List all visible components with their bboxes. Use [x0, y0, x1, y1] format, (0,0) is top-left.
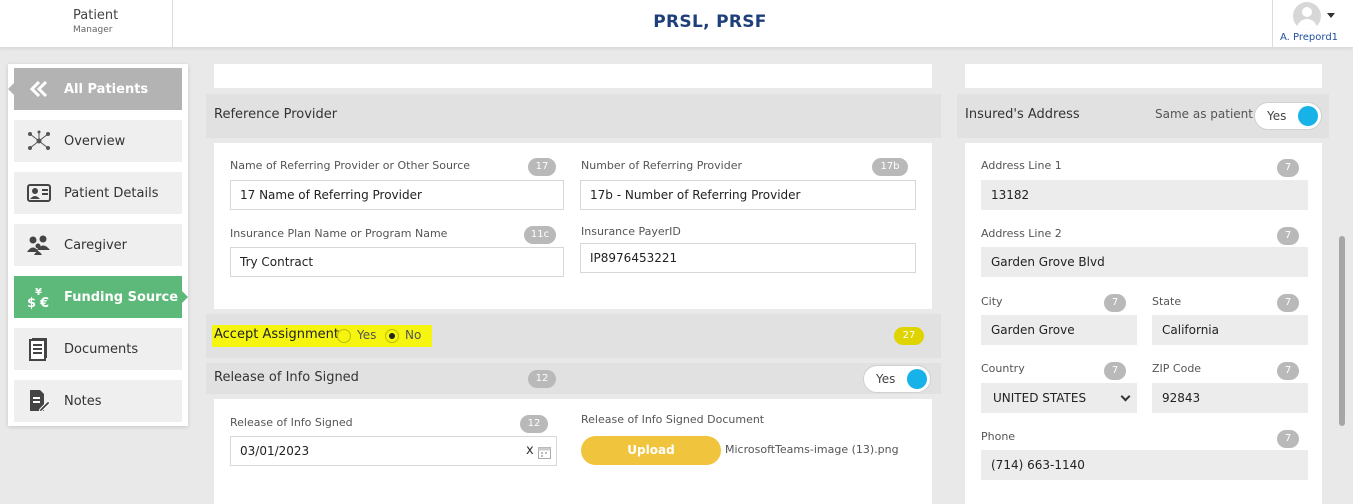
people-icon	[14, 235, 64, 255]
field-badge: 7	[1277, 430, 1299, 448]
release-info-header: Release of Info Signed 12	[206, 363, 941, 394]
referring-provider-number-input[interactable]: 17b - Number of Referring Provider	[580, 180, 916, 210]
sidebar-item-overview[interactable]: Overview	[14, 120, 182, 162]
field-badge: 17	[528, 158, 556, 176]
previous-section-card	[214, 64, 932, 88]
sidebar-item-label: All Patients	[64, 81, 149, 97]
field-label: City	[981, 295, 1003, 308]
field-label: ZIP Code	[1152, 362, 1202, 375]
sidebar-item-label: Notes	[64, 393, 102, 409]
accept-assignment-yes-radio[interactable]	[337, 329, 351, 343]
sidebar-item-label: Patient Details	[64, 185, 159, 201]
note-edit-icon	[14, 389, 64, 413]
id-card-icon	[14, 184, 64, 202]
zip-code-input[interactable]: 92843	[1152, 383, 1308, 413]
field-badge: 7	[1104, 294, 1126, 312]
same-as-patient-toggle[interactable]: Yes	[1254, 102, 1322, 130]
double-chevron-left-icon	[14, 81, 64, 97]
app-subtitle: Manager	[73, 25, 113, 35]
uploaded-file-name[interactable]: MicrosoftTeams-image (13).png	[725, 443, 899, 456]
network-icon	[14, 130, 64, 152]
state-input[interactable]: California	[1152, 315, 1308, 345]
field-label: Insurance PayerID	[581, 225, 681, 238]
insurance-plan-name-input[interactable]: Try Contract	[230, 247, 564, 277]
field-badge: 7	[1277, 159, 1299, 177]
app-name: Patient	[73, 8, 119, 23]
field-badge: 7	[1104, 362, 1126, 380]
upload-button[interactable]: Upload	[581, 436, 721, 465]
referring-provider-name-input[interactable]: 17 Name of Referring Provider	[230, 180, 564, 210]
accept-assignment-no-radio[interactable]	[385, 329, 399, 343]
field-label: Country	[981, 362, 1025, 375]
field-label: State	[1152, 295, 1182, 308]
country-select[interactable]: UNITED STATES	[981, 383, 1137, 413]
clear-date-button[interactable]: x	[526, 443, 534, 458]
app-logo[interactable]: Patient Manager	[0, 0, 173, 48]
radio-yes-label[interactable]: Yes	[357, 328, 376, 342]
release-info-date-input[interactable]: 03/01/2023	[230, 436, 557, 466]
sidebar-item-caregiver[interactable]: Caregiver	[14, 224, 182, 266]
field-badge: 17b	[872, 158, 908, 176]
section-title: Release of Info Signed	[214, 370, 359, 385]
field-label: Number of Referring Provider	[581, 159, 742, 172]
address-line2-input[interactable]: Garden Grove Blvd	[981, 247, 1308, 277]
field-badge: 11c	[524, 226, 556, 244]
toggle-knob	[907, 369, 927, 389]
city-input[interactable]: Garden Grove	[981, 315, 1137, 345]
toggle-label: Yes	[1267, 109, 1287, 123]
phone-input[interactable]: (714) 663-1140	[981, 450, 1308, 480]
field-label: Address Line 2	[981, 227, 1062, 240]
sidebar: All Patients Overview Patient Details Ca…	[8, 64, 188, 426]
radio-no-label[interactable]: No	[405, 328, 421, 342]
field-badge: 7	[1277, 362, 1299, 380]
field-label: Insurance Plan Name or Program Name	[230, 227, 448, 240]
currency-icon: ¥ $ €	[14, 285, 64, 309]
sidebar-item-label: Overview	[64, 133, 126, 149]
field-label: Name of Referring Provider or Other Sour…	[230, 159, 471, 172]
svg-text:€: €	[39, 296, 49, 309]
field-badge: 7	[1277, 294, 1299, 312]
sidebar-item-label: Caregiver	[64, 237, 128, 253]
document-icon	[14, 337, 64, 361]
accept-assignment-label: Accept Assignment	[214, 327, 339, 342]
field-label: Address Line 1	[981, 159, 1062, 172]
field-badge: 12	[520, 415, 548, 433]
toggle-knob	[1298, 106, 1318, 126]
same-as-patient-label: Same as patient	[1155, 107, 1253, 121]
calendar-icon[interactable]	[538, 444, 551, 463]
sidebar-item-funding-source[interactable]: ¥ $ € Funding Source	[14, 276, 188, 318]
user-menu[interactable]: A. Prepord1	[1272, 0, 1353, 48]
sidebar-item-notes[interactable]: Notes	[14, 380, 182, 422]
toggle-label: Yes	[876, 372, 896, 386]
field-badge: 12	[528, 370, 556, 388]
field-badge: 27	[894, 327, 924, 345]
sidebar-item-all-patients[interactable]: All Patients	[8, 68, 182, 110]
field-badge: 7	[1277, 227, 1299, 245]
chevron-down-icon[interactable]	[1327, 13, 1335, 18]
scrollbar-thumb[interactable]	[1339, 236, 1345, 426]
insurance-payer-id-input[interactable]: IP8976453221	[580, 243, 916, 273]
reference-provider-header: Reference Provider	[206, 94, 941, 138]
sidebar-item-label: Funding Source	[64, 289, 179, 305]
previous-section-card	[965, 64, 1322, 88]
svg-text:$: $	[27, 296, 36, 309]
section-title: Reference Provider	[214, 107, 338, 122]
avatar-icon[interactable]	[1293, 2, 1321, 30]
page-title: PRSL, PRSF	[653, 12, 767, 32]
accept-assignment-bar: Accept Assignment Yes No 27	[206, 314, 941, 358]
sidebar-item-label: Documents	[64, 341, 139, 357]
sidebar-item-documents[interactable]: Documents	[14, 328, 182, 370]
field-label: Release of Info Signed Document	[581, 413, 765, 426]
field-label: Phone	[981, 430, 1016, 443]
user-name[interactable]: A. Prepord1	[1280, 32, 1338, 43]
field-label: Release of Info Signed	[230, 416, 353, 429]
section-title: Insured's Address	[965, 107, 1080, 122]
sidebar-item-patient-details[interactable]: Patient Details	[14, 172, 182, 214]
release-info-toggle[interactable]: Yes	[863, 365, 931, 393]
address-line1-input[interactable]: 13182	[981, 180, 1308, 210]
top-bar: Patient Manager PRSL, PRSF A. Prepord1	[0, 0, 1353, 48]
